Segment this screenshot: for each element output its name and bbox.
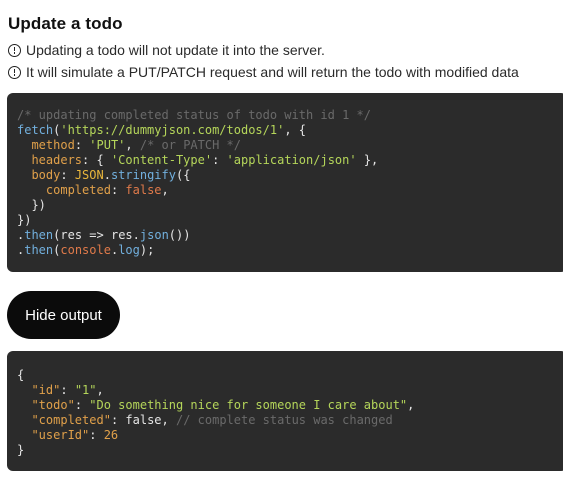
code-line: }) <box>17 198 46 212</box>
code-line: { <box>17 368 25 382</box>
code-line: "userId": 26 <box>31 428 119 442</box>
code-json-method: json <box>139 228 169 242</box>
code-line: }) <box>17 213 32 227</box>
code-stringify: stringify <box>110 168 176 182</box>
request-code-block[interactable]: /* updating completed status of todo wit… <box>7 93 563 272</box>
code-method-comment: /* or PATCH */ <box>139 138 241 152</box>
code-res-param: res <box>60 228 83 242</box>
code-line: "todo": "Do something nice for someone I… <box>31 398 415 412</box>
code-line: completed: false, <box>45 183 169 197</box>
code-comment: /* updating completed status of todo wit… <box>17 108 372 122</box>
output-todo-key: "todo" <box>31 398 75 412</box>
output-completed-value: false <box>125 413 162 427</box>
output-completed-comment: // complete status was changed <box>175 413 393 427</box>
code-body-key: body <box>31 168 61 182</box>
code-console: console <box>60 243 111 257</box>
code-headers-key: headers <box>31 153 83 167</box>
output-userid-value: 26 <box>103 428 119 442</box>
section-title: Update a todo <box>8 14 123 33</box>
code-then: then <box>24 228 54 242</box>
code-json: JSON <box>74 168 104 182</box>
code-line: /* updating completed status of todo wit… <box>17 108 563 123</box>
output-code-block[interactable]: { "id": "1", "todo": "Do something nice … <box>7 351 563 471</box>
code-method-value: 'PUT' <box>89 138 126 152</box>
code-line: method: 'PUT', /* or PATCH */ <box>31 138 241 152</box>
code-res-ref: res <box>110 228 133 242</box>
code-line: headers: { 'Content-Type': 'application/… <box>31 153 379 167</box>
output-id-key: "id" <box>31 383 61 397</box>
hide-output-button[interactable]: Hide output <box>7 291 120 339</box>
note-simulate-text: It will simulate a PUT/PATCH request and… <box>26 64 519 80</box>
code-log: log <box>118 243 140 257</box>
code-line: .then(res => res.json()) <box>17 228 191 242</box>
code-line: "id": "1", <box>31 383 104 397</box>
code-fetch: fetch <box>17 123 54 137</box>
code-line: fetch('https://dummyjson.com/todos/1', { <box>17 123 307 137</box>
code-content-type-key: 'Content-Type' <box>110 153 213 167</box>
output-completed-key: "completed" <box>31 413 111 427</box>
output-todo-value: "Do something nice for someone I care ab… <box>89 398 408 412</box>
code-completed-value: false <box>125 183 162 197</box>
info-icon <box>8 65 21 79</box>
code-then: then <box>24 243 54 257</box>
code-completed-key: completed <box>45 183 111 197</box>
code-method-key: method <box>31 138 75 152</box>
code-line: "completed": false, // complete status w… <box>31 413 393 427</box>
code-line: .then(console.log); <box>17 243 155 257</box>
note-server-text: Updating a todo will not update it into … <box>26 42 325 58</box>
output-userid-key: "userId" <box>31 428 90 442</box>
code-content-type-value: 'application/json' <box>226 153 357 167</box>
info-icon <box>8 43 21 57</box>
code-url: 'https://dummyjson.com/todos/1' <box>60 123 285 137</box>
note-server: Updating a todo will not update it into … <box>8 42 325 58</box>
code-line: body: JSON.stringify({ <box>31 168 191 182</box>
code-line: } <box>17 443 25 457</box>
note-simulate: It will simulate a PUT/PATCH request and… <box>8 64 519 80</box>
output-id-value: "1" <box>74 383 97 397</box>
